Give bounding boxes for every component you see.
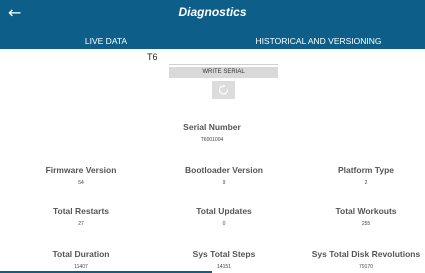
stat-firmware-version: Firmware Version 54: [11, 165, 151, 186]
stat-value: 0: [222, 221, 226, 227]
refresh-icon: [218, 84, 229, 95]
stat-label: Serial Number: [183, 122, 241, 132]
stat-total-restarts: Total Restarts 27: [11, 206, 151, 227]
stat-bootloader-version: Bootloader Version 9: [154, 165, 294, 186]
stat-value: 11407: [74, 264, 88, 270]
stat-label: Firmware Version: [45, 165, 117, 175]
stat-serial-number: Serial Number T6001004: [142, 122, 282, 143]
stat-value: 9: [222, 180, 226, 186]
stat-value: T6001004: [200, 137, 224, 143]
page-title: Diagnostics: [178, 5, 247, 19]
stat-value: 255: [361, 221, 371, 227]
stat-value: 54: [78, 180, 84, 186]
tab-live-data[interactable]: LIVE DATA: [0, 35, 212, 49]
stat-label: Sys Total Steps: [192, 249, 256, 259]
refresh-button[interactable]: [212, 81, 235, 99]
stat-total-updates: Total Updates 0: [154, 206, 294, 227]
stat-total-workouts: Total Workouts 255: [296, 206, 425, 227]
stat-label: Sys Total Disk Revolutions: [311, 249, 421, 259]
stat-label: Total Duration: [52, 249, 110, 259]
stat-label: Total Restarts: [52, 206, 110, 216]
stat-label: Total Workouts: [335, 206, 397, 216]
stat-value: 27: [78, 221, 84, 227]
stat-platform-type: Platform Type 2: [296, 165, 425, 186]
stat-sys-total-disk-revolutions: Sys Total Disk Revolutions 79170: [296, 249, 425, 270]
stat-value: 14151: [217, 264, 231, 270]
stat-value: 79170: [359, 264, 373, 270]
stat-sys-total-steps: Sys Total Steps 14151: [154, 249, 294, 270]
serial-input[interactable]: T6: [147, 52, 158, 62]
stat-label: Total Updates: [196, 206, 252, 216]
tab-historical-and-versioning[interactable]: HISTORICAL AND VERSIONING: [212, 35, 425, 49]
stat-label: Platform Type: [337, 165, 395, 175]
stat-value: 2: [364, 180, 368, 186]
stat-total-duration: Total Duration 11407: [11, 249, 151, 270]
serial-input-underline: [169, 64, 278, 65]
write-serial-button[interactable]: WRITE SERIAL: [169, 67, 278, 78]
stat-label: Bootloader Version: [185, 165, 263, 175]
app-bar: ← Diagnostics LIVE DATA HISTORICAL AND V…: [0, 0, 425, 49]
